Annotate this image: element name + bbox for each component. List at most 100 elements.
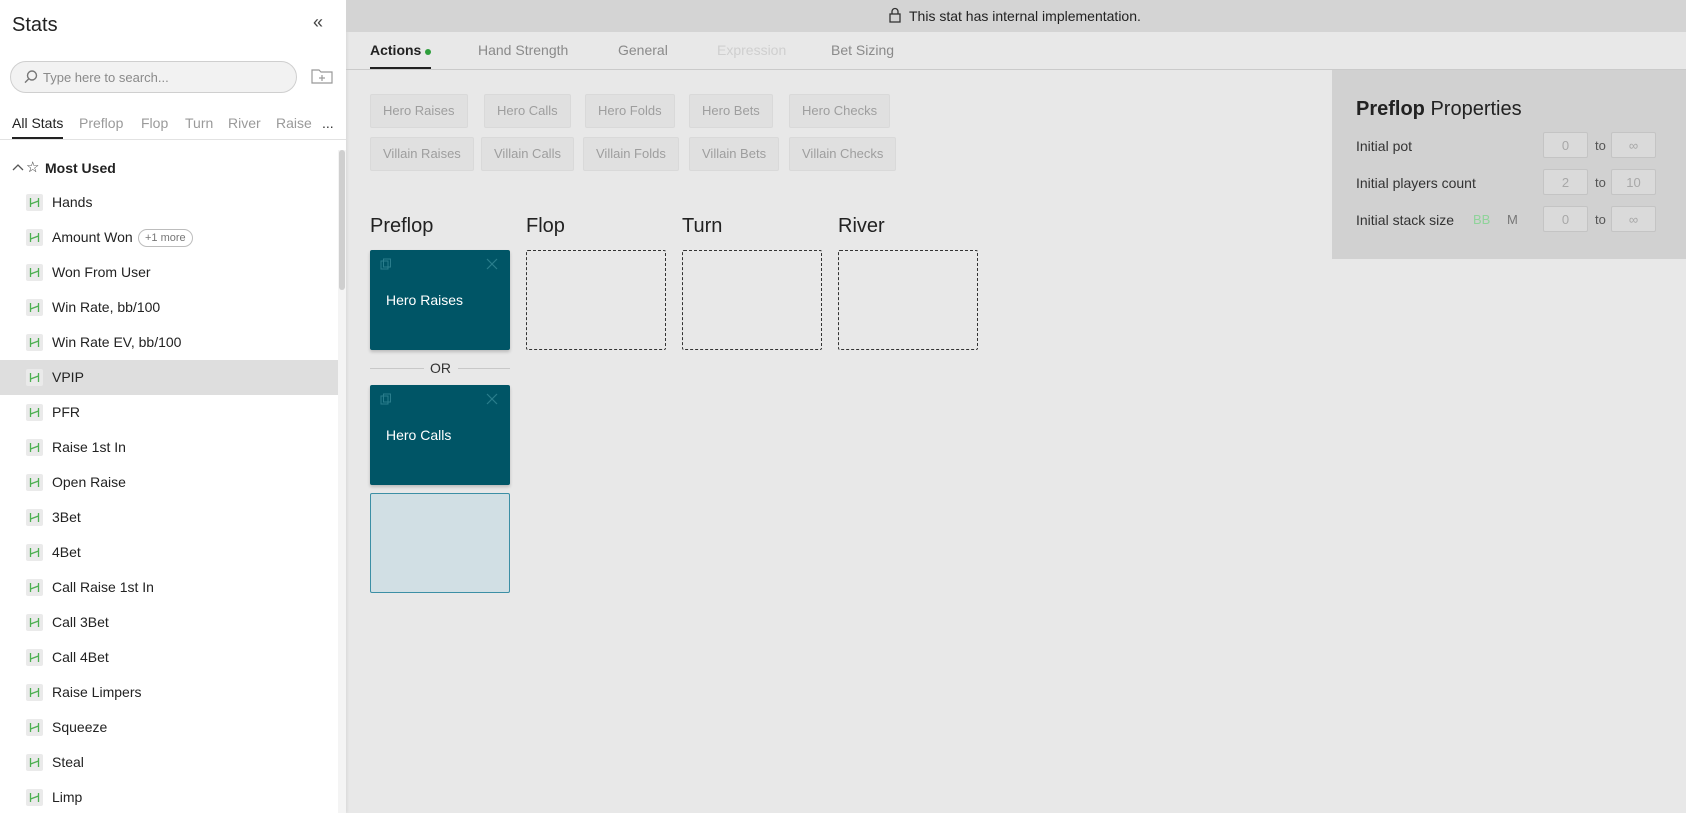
lock-icon (889, 7, 901, 23)
stat-category-tabs: All Stats Preflop Flop Turn River Raise … (0, 108, 346, 140)
turn-dropzone[interactable] (682, 250, 822, 350)
initial-players-max-input[interactable] (1611, 169, 1656, 195)
tab-actions[interactable]: Actions (370, 42, 421, 58)
search-box[interactable] (10, 61, 297, 93)
list-item-label: Steal (52, 754, 84, 770)
action-card-hero-raises[interactable]: Hero Raises (370, 250, 510, 350)
chip-hero-checks[interactable]: Hero Checks (789, 94, 891, 128)
list-item-label: Raise 1st In (52, 439, 126, 455)
list-item[interactable]: Squeeze (0, 710, 338, 745)
stat-icon (26, 334, 43, 351)
initial-players-min-input[interactable] (1543, 169, 1588, 195)
group-most-used[interactable]: ☆ Most Used (0, 150, 338, 186)
list-item[interactable]: Raise Limpers (0, 675, 338, 710)
list-item-label: Hands (52, 194, 93, 210)
close-icon[interactable] (486, 393, 498, 405)
list-item-label: 3Bet (52, 509, 81, 525)
to-label: to (1595, 212, 1606, 227)
initial-stack-row: Initial stack size BB M to (1356, 206, 1666, 234)
tab-flop[interactable]: Flop (141, 115, 168, 131)
list-item[interactable]: Open Raise (0, 465, 338, 500)
tab-river[interactable]: River (228, 115, 261, 131)
copy-icon[interactable] (380, 393, 392, 405)
list-item[interactable]: PFR (0, 395, 338, 430)
chip-hero-folds[interactable]: Hero Folds (585, 94, 675, 128)
copy-icon[interactable] (380, 258, 392, 270)
initial-pot-label: Initial pot (1356, 138, 1413, 154)
list-item-label: 4Bet (52, 544, 81, 560)
tab-more[interactable]: ... (322, 115, 334, 131)
search-icon (24, 70, 38, 84)
tab-turn[interactable]: Turn (185, 115, 213, 131)
initial-pot-min-input[interactable] (1543, 132, 1588, 158)
tab-all-stats[interactable]: All Stats (12, 115, 63, 131)
chip-villain-bets[interactable]: Villain Bets (689, 137, 780, 171)
flop-dropzone[interactable] (526, 250, 666, 350)
list-item[interactable]: Steal (0, 745, 338, 780)
search-input[interactable] (43, 66, 283, 88)
chip-hero-raises[interactable]: Hero Raises (370, 94, 468, 128)
stat-icon (26, 404, 43, 421)
action-card-hero-calls[interactable]: Hero Calls (370, 385, 510, 485)
stat-icon (26, 754, 43, 771)
tab-hand-strength[interactable]: Hand Strength (478, 42, 568, 58)
active-tab-underline (12, 137, 63, 139)
river-dropzone[interactable] (838, 250, 978, 350)
stat-icon (26, 264, 43, 281)
close-icon[interactable] (486, 258, 498, 270)
tab-preflop[interactable]: Preflop (79, 115, 123, 131)
list-item[interactable]: Win Rate, bb/100 (0, 290, 338, 325)
tab-raise[interactable]: Raise (276, 115, 312, 131)
list-item-label: PFR (52, 404, 80, 420)
properties-title: Preflop Properties (1356, 98, 1522, 120)
sidebar-scrollbar-thumb[interactable] (339, 150, 345, 290)
list-item-label: Win Rate EV, bb/100 (52, 334, 182, 350)
list-item[interactable]: VPIP (0, 360, 338, 395)
card-label: Hero Raises (386, 292, 464, 308)
chip-villain-calls[interactable]: Villain Calls (481, 137, 574, 171)
chip-villain-checks[interactable]: Villain Checks (789, 137, 897, 171)
list-item[interactable]: Hands (0, 185, 338, 220)
more-badge[interactable]: +1 more (138, 229, 193, 247)
chip-hero-bets[interactable]: Hero Bets (689, 94, 773, 128)
list-item-label: Limp (52, 789, 83, 805)
chip-hero-calls[interactable]: Hero Calls (484, 94, 571, 128)
stat-icon (26, 649, 43, 666)
initial-pot-max-input[interactable] (1611, 132, 1656, 158)
list-item-label: VPIP (52, 369, 84, 385)
list-item-label: Win Rate, bb/100 (52, 299, 161, 315)
list-item[interactable]: Raise 1st In (0, 430, 338, 465)
list-item[interactable]: Limp (0, 780, 338, 813)
street-title-flop: Flop (526, 215, 565, 237)
sidebar-title: Stats (12, 14, 58, 36)
tab-bet-sizing[interactable]: Bet Sizing (831, 42, 894, 58)
list-item[interactable]: 4Bet (0, 535, 338, 570)
stat-icon (26, 194, 43, 211)
card-label: Hero Calls (386, 427, 452, 443)
unit-m-toggle[interactable]: M (1507, 212, 1518, 227)
list-item[interactable]: Call 4Bet (0, 640, 338, 675)
add-folder-icon[interactable] (310, 66, 334, 86)
collapse-sidebar-icon[interactable]: « (308, 12, 328, 32)
list-item[interactable]: Won From User (0, 255, 338, 290)
list-item[interactable]: Amount Won +1 more (0, 220, 338, 255)
stat-icon (26, 579, 43, 596)
list-item[interactable]: Win Rate EV, bb/100 (0, 325, 338, 360)
tab-general[interactable]: General (618, 42, 668, 58)
list-item-label: Amount Won (52, 229, 133, 245)
preflop-add-action-dropzone[interactable] (370, 493, 510, 593)
chevron-up-icon (12, 164, 24, 171)
initial-stack-min-input[interactable] (1543, 206, 1588, 232)
street-title-turn: Turn (682, 215, 723, 237)
list-item[interactable]: Call Raise 1st In (0, 570, 338, 605)
street-properties-panel: Preflop Properties Initial pot to Initia… (1332, 70, 1686, 259)
list-item[interactable]: Call 3Bet (0, 605, 338, 640)
initial-stack-max-input[interactable] (1611, 206, 1656, 232)
unit-bb-toggle[interactable]: BB (1473, 212, 1490, 227)
initial-players-label: Initial players count (1356, 175, 1476, 191)
list-item[interactable]: 3Bet (0, 500, 338, 535)
tab-expression: Expression (717, 42, 787, 58)
chip-villain-folds[interactable]: Villain Folds (583, 137, 679, 171)
chip-villain-raises[interactable]: Villain Raises (370, 137, 474, 171)
list-item-label: Raise Limpers (52, 684, 142, 700)
